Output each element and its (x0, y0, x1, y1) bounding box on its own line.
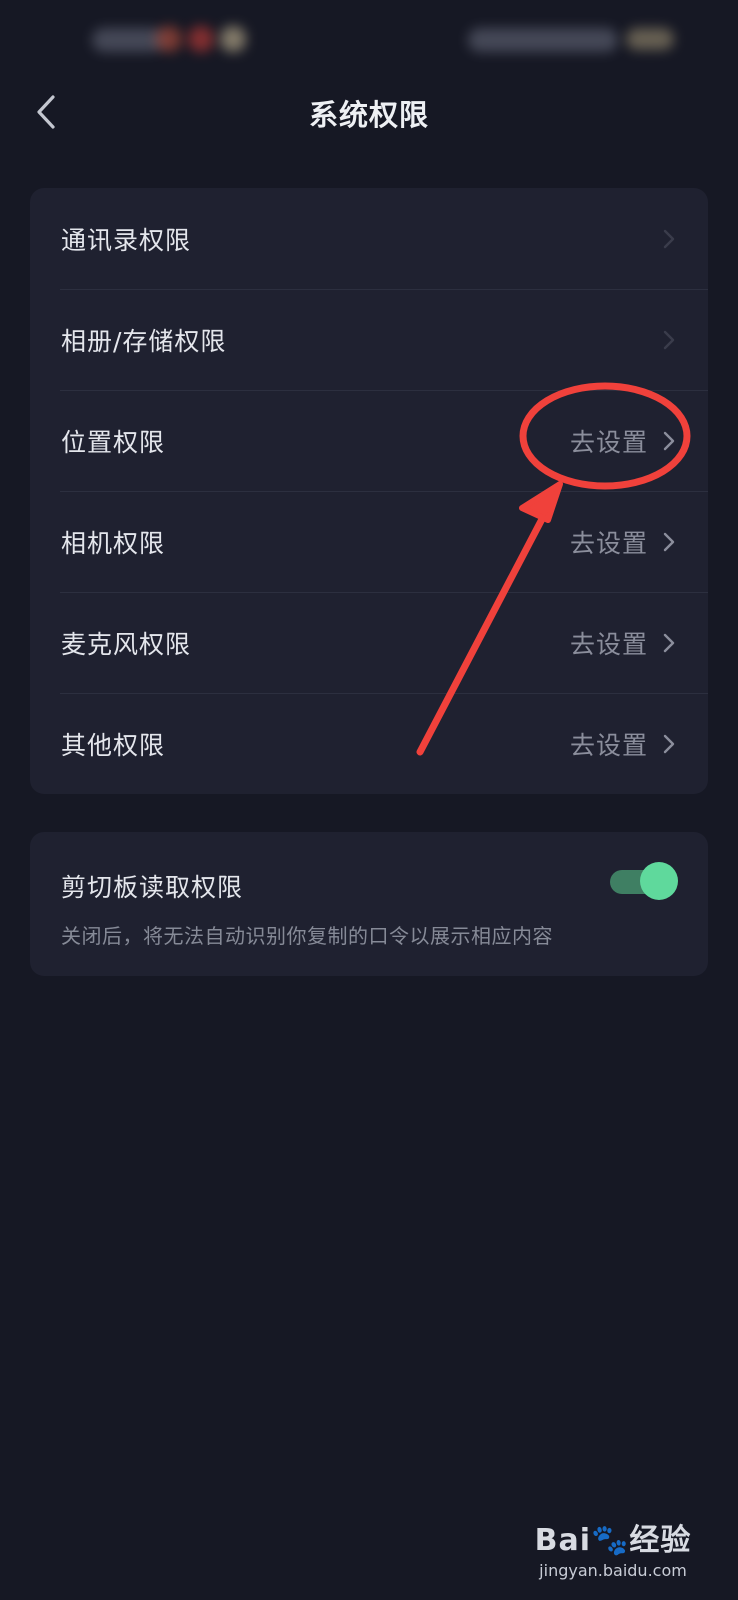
permission-row-camera[interactable]: 相机权限 去设置 (30, 491, 708, 592)
chevron-right-icon (663, 633, 675, 652)
permission-label: 通讯录权限 (61, 225, 192, 255)
watermark-url: jingyan.baidu.com (539, 1561, 687, 1580)
toggle-knob (640, 862, 678, 900)
watermark-logo: Bai🐾经验 (534, 1523, 692, 1558)
page-title: 系统权限 (308, 98, 429, 132)
permission-row-contacts[interactable]: 通讯录权限 (30, 188, 708, 289)
chevron-right-icon (663, 431, 675, 450)
status-signal-blur (468, 28, 618, 52)
permission-row-location[interactable]: 位置权限 去设置 (30, 390, 708, 491)
permissions-list: 通讯录权限 相册/存储权限 位置权限 去设置 相机权限 去设置 麦克风权限 去设… (30, 188, 708, 794)
permission-status: 去设置 (569, 528, 648, 558)
permission-label: 位置权限 (61, 427, 166, 457)
permission-status: 去设置 (569, 629, 648, 659)
chevron-right-icon (663, 734, 675, 753)
permission-row-microphone[interactable]: 麦克风权限 去设置 (30, 592, 708, 693)
battery-icon (626, 28, 674, 50)
clipboard-title: 剪切板读取权限 (61, 873, 244, 902)
status-time-blur (92, 28, 164, 52)
chevron-right-icon (663, 330, 675, 349)
permission-row-other[interactable]: 其他权限 去设置 (30, 693, 708, 794)
nav-bar: 系统权限 (0, 70, 738, 154)
status-app-icon (220, 26, 246, 52)
permission-label: 麦克风权限 (61, 629, 192, 659)
permission-status: 去设置 (569, 730, 648, 760)
status-app-icon (156, 26, 182, 52)
clipboard-setting: 剪切板读取权限 关闭后，将无法自动识别你复制的口令以展示相应内容 (30, 832, 708, 976)
permission-label: 相机权限 (61, 528, 166, 558)
permission-status: 去设置 (569, 427, 648, 457)
status-app-icon (188, 26, 214, 52)
chevron-right-icon (663, 229, 675, 248)
permission-label: 相册/存储权限 (61, 326, 227, 356)
clipboard-description: 关闭后，将无法自动识别你复制的口令以展示相应内容 (61, 924, 553, 948)
permission-label: 其他权限 (61, 730, 166, 760)
baidu-jingyan-watermark: Bai🐾经验 jingyan.baidu.com (518, 1515, 708, 1580)
permission-row-storage[interactable]: 相册/存储权限 (30, 289, 708, 390)
chevron-right-icon (663, 532, 675, 551)
clipboard-toggle[interactable] (610, 862, 678, 900)
